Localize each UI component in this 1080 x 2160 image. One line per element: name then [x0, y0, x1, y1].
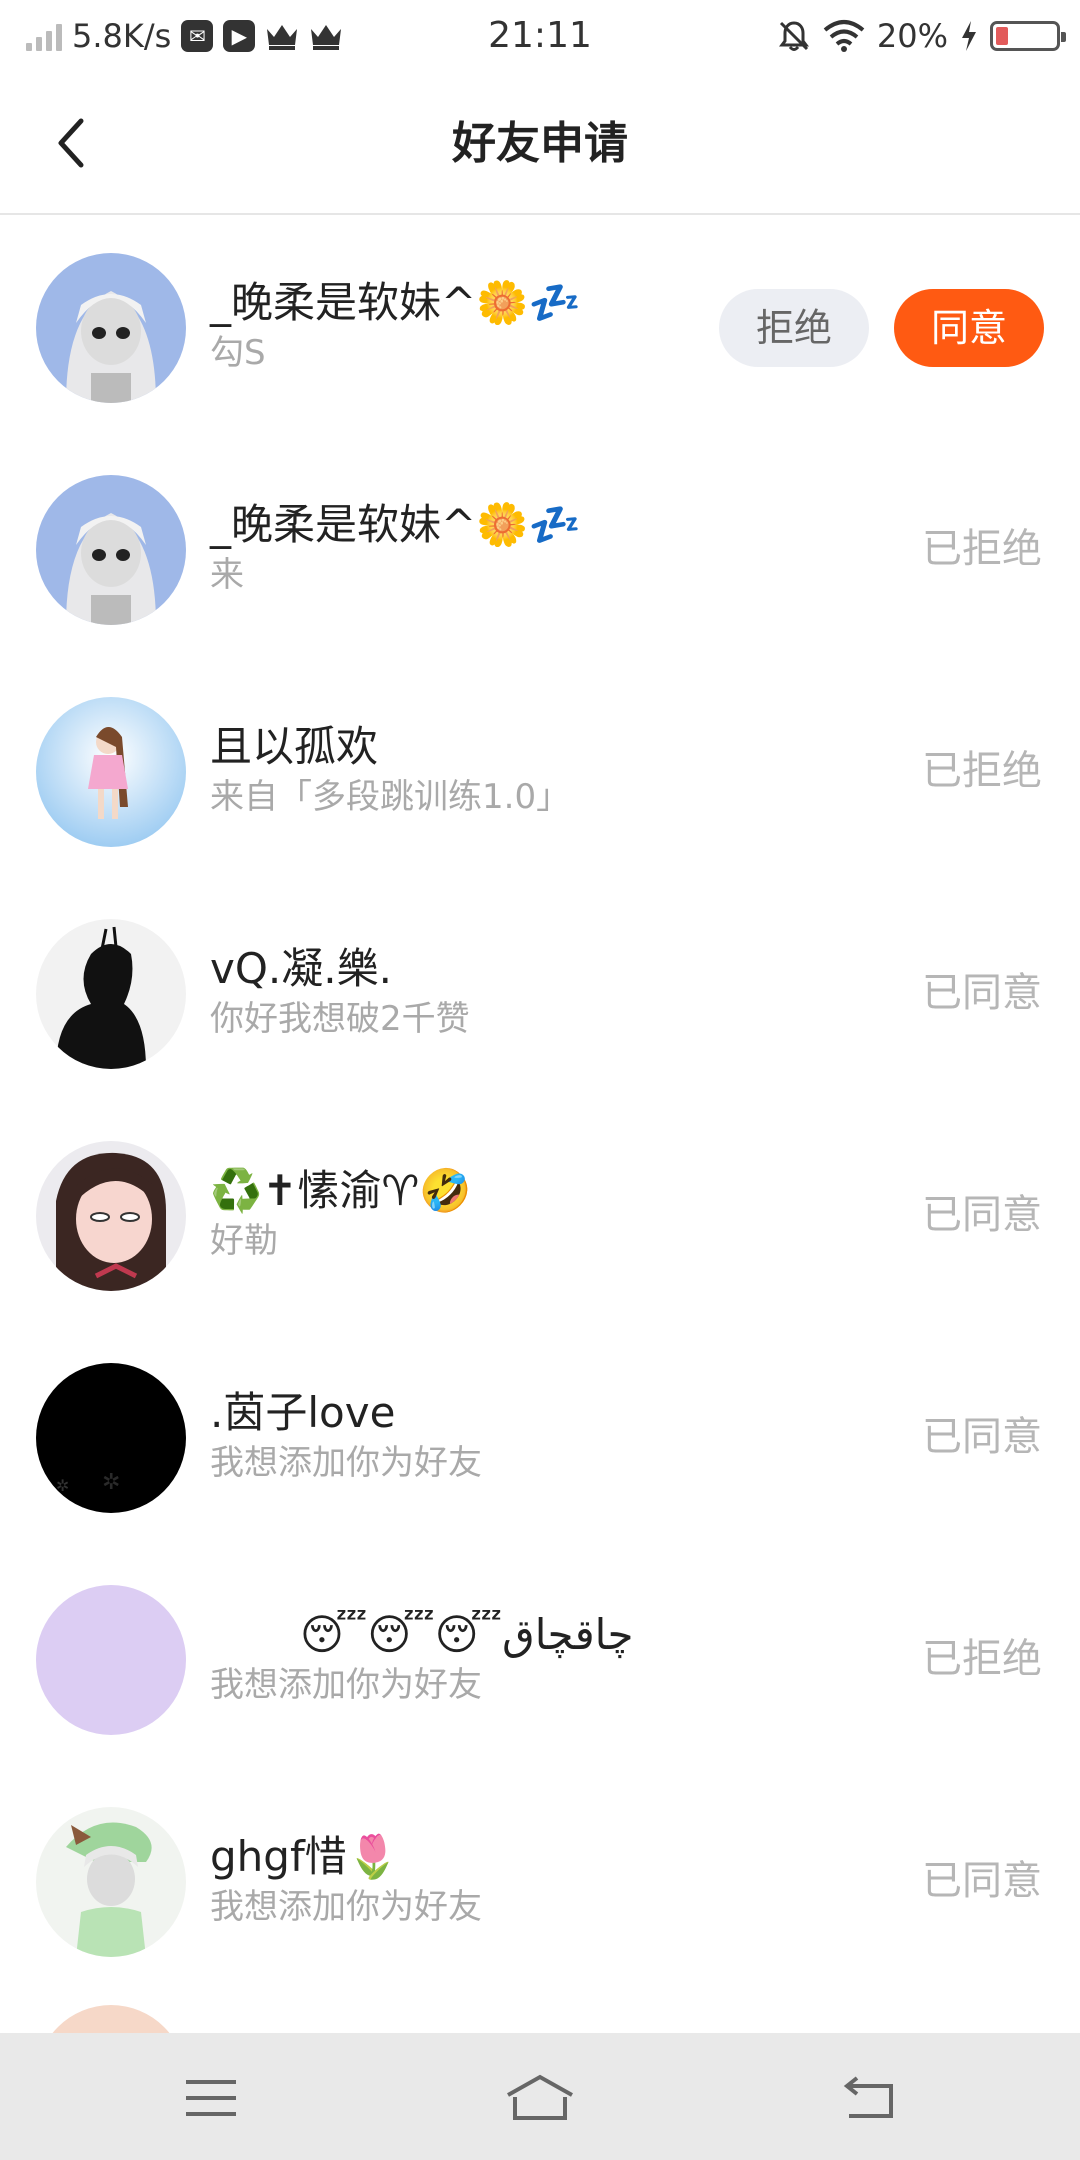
requester-name: 😴😴😴چاقچاق [300, 1610, 634, 1659]
page-title: 好友申请 [452, 118, 628, 169]
avatar[interactable] [36, 1807, 186, 1957]
request-status: 已同意 [922, 1858, 1042, 1904]
request-message: 来 [210, 555, 244, 595]
battery-level-fill [996, 27, 1008, 45]
friend-requests-screen: 5.8K/s ✉ ▶ 21:11 20% 好友申请 _晚柔是软妹^🌼💤 勾S 拒… [0, 0, 1080, 2160]
request-message: 我想添加你为好友 [210, 1443, 482, 1483]
avatar[interactable] [36, 1585, 186, 1735]
reject-button[interactable]: 拒绝 [719, 289, 869, 367]
request-message: 我想添加你为好友 [210, 1665, 482, 1705]
avatar[interactable] [36, 697, 186, 847]
request-row[interactable]: ♻️✝愫渝♈🤣 好勒 已同意 [0, 1105, 1080, 1327]
svg-text:✲: ✲ [102, 1470, 120, 1495]
avatar[interactable] [36, 475, 186, 625]
agree-button[interactable]: 同意 [894, 289, 1044, 367]
back-icon [843, 2076, 893, 2118]
requester-name: 且以孤欢 [210, 722, 379, 771]
friend-request-list: _晚柔是软妹^🌼💤 勾S 拒绝 同意 _晚柔是软妹^🌼💤 来 已拒绝 且以孤欢 … [0, 217, 1080, 2155]
request-row[interactable]: _晚柔是软妹^🌼💤 勾S 拒绝 同意 [0, 217, 1080, 439]
request-message: 你好我想破2千赞 [210, 999, 470, 1039]
request-row[interactable]: ✲ ✲ .茵子love 我想添加你为好友 已同意 [0, 1327, 1080, 1549]
home-icon [507, 2074, 573, 2120]
nav-bar: 好友申请 [0, 72, 1080, 215]
request-message: 我想添加你为好友 [210, 1887, 482, 1927]
charging-icon [962, 21, 976, 51]
home-button[interactable] [505, 2063, 575, 2133]
requester-name: ghgf惜🌷 [210, 1832, 400, 1881]
battery-icon [990, 21, 1066, 51]
requester-name: vQ.凝.樂. [210, 944, 392, 993]
menu-button[interactable] [176, 2063, 246, 2133]
request-status: 已拒绝 [922, 1636, 1042, 1682]
requester-name: _晚柔是软妹^🌼💤 [210, 278, 581, 327]
request-message: 好勒 [210, 1221, 278, 1261]
request-row[interactable]: 😴😴😴چاقچاق 我想添加你为好友 已拒绝 [0, 1549, 1080, 1771]
mute-icon [778, 21, 809, 51]
avatar[interactable]: ✲ ✲ [36, 1363, 186, 1513]
request-row[interactable]: vQ.凝.樂. 你好我想破2千赞 已同意 [0, 883, 1080, 1105]
requester-name: ♻️✝愫渝♈🤣 [210, 1166, 472, 1215]
menu-icon [186, 2080, 236, 2116]
wifi-icon [823, 20, 865, 52]
request-status: 已同意 [922, 970, 1042, 1016]
back-nav-button[interactable] [834, 2063, 904, 2133]
status-bar-right: 20% [777, 14, 1066, 58]
avatar[interactable] [36, 919, 186, 1069]
request-status: 已拒绝 [922, 748, 1042, 794]
battery-percent: 20% [876, 17, 948, 55]
system-nav-bar [0, 2033, 1080, 2160]
request-status: 已同意 [922, 1192, 1042, 1238]
request-row[interactable]: 且以孤欢 来自「多段跳训练1.0」 已拒绝 [0, 661, 1080, 883]
request-status: 已同意 [922, 1414, 1042, 1460]
avatar[interactable] [36, 1141, 186, 1291]
svg-text:✲: ✲ [56, 1476, 69, 1495]
request-message: 勾S [210, 333, 266, 373]
requester-name: .茵子love [210, 1388, 396, 1437]
avatar[interactable] [36, 253, 186, 403]
status-bar: 5.8K/s ✉ ▶ 21:11 20% [0, 0, 1080, 72]
request-row[interactable]: _晚柔是软妹^🌼💤 来 已拒绝 [0, 439, 1080, 661]
request-status: 已拒绝 [922, 526, 1042, 572]
request-message: 来自「多段跳训练1.0」 [210, 777, 571, 817]
requester-name: _晚柔是软妹^🌼💤 [210, 500, 581, 549]
request-row[interactable]: ghgf惜🌷 我想添加你为好友 已同意 [0, 1771, 1080, 1993]
